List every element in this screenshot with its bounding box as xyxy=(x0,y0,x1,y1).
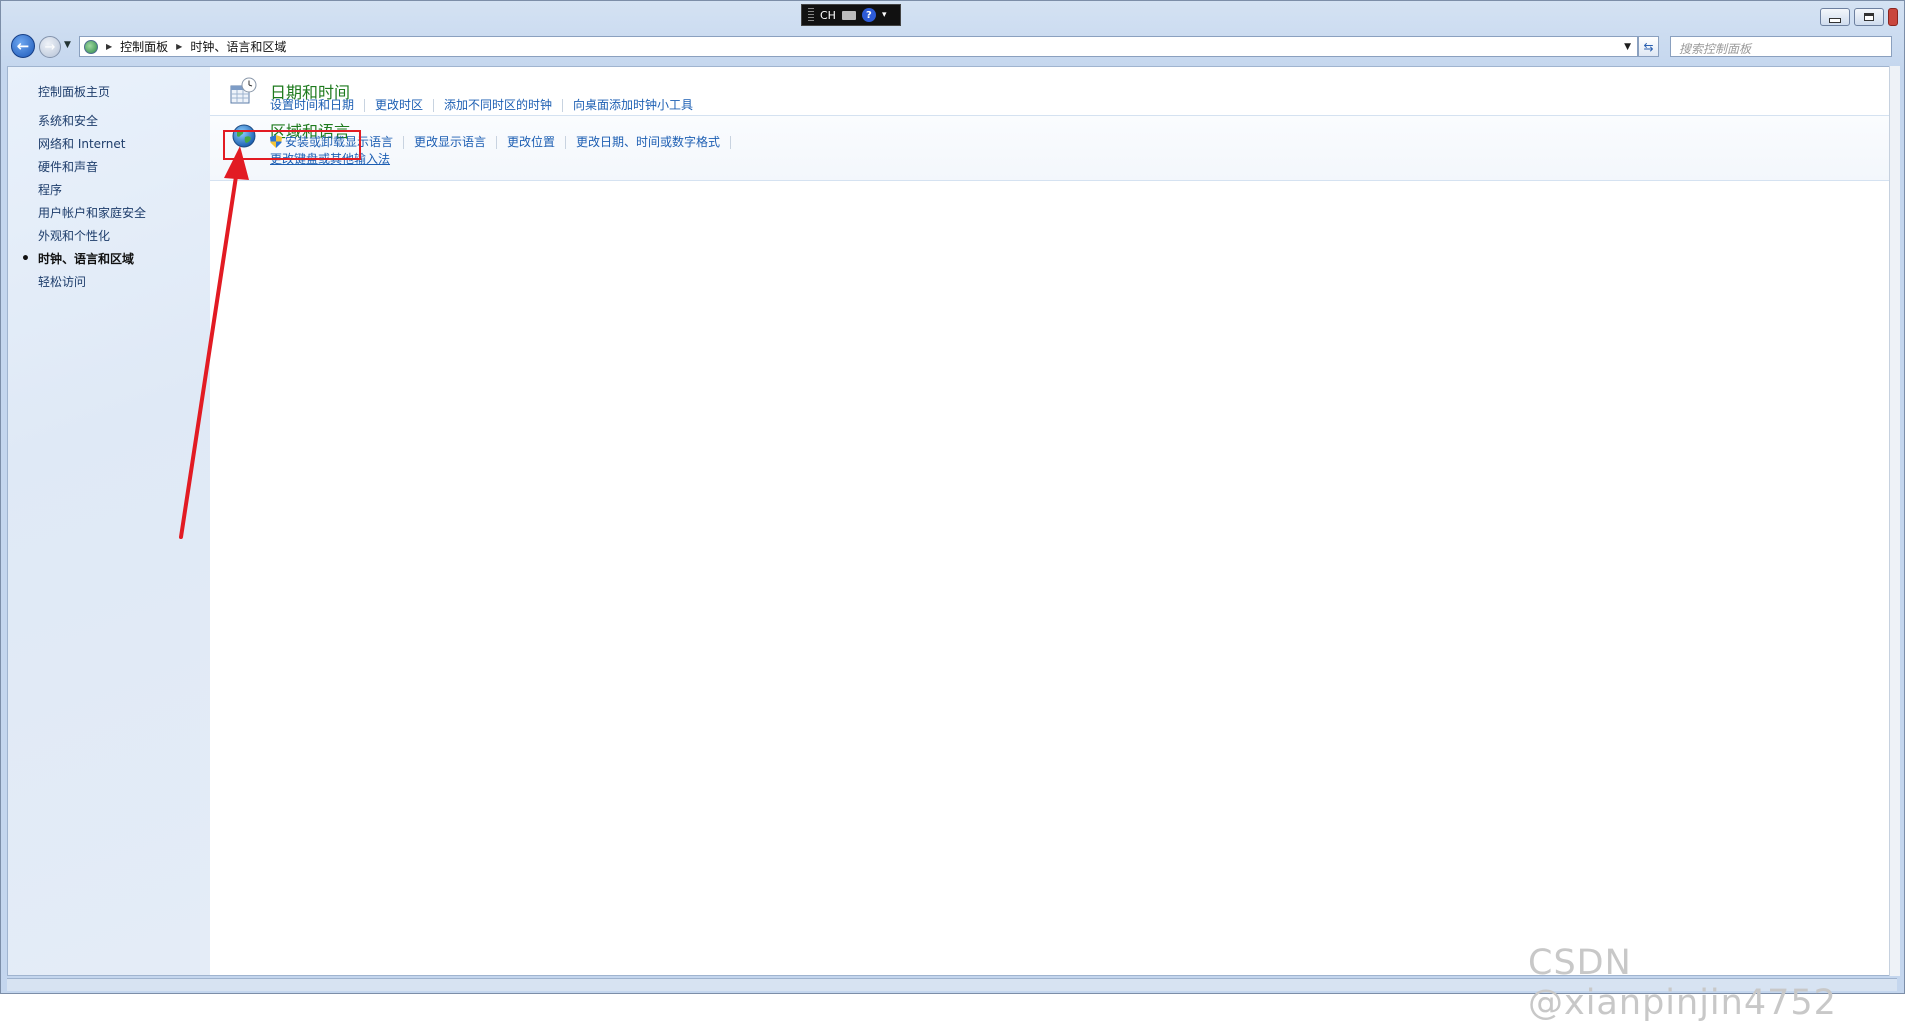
change-display-language-link[interactable]: 更改显示语言 xyxy=(403,135,496,149)
category-date-time: 日期和时间 设置时间和日期 更改时区 添加不同时区的时钟 向桌面添加时钟小工具 xyxy=(210,75,1896,115)
annotation-highlight-box xyxy=(223,130,361,160)
sidebar-item-hardware-sound[interactable]: 硬件和声音 xyxy=(38,156,146,179)
options-icon[interactable]: ▾ xyxy=(882,10,887,20)
language-indicator[interactable]: CH xyxy=(820,9,836,22)
breadcrumb-separator-icon[interactable]: ▶ xyxy=(106,42,112,51)
set-time-date-link[interactable]: 设置时间和日期 xyxy=(270,99,364,112)
navigation-bar: ← → ▼ ▶ 控制面板 ▶ 时钟、语言和区域 ▼ ⇆ 搜索控制面板 xyxy=(1,32,1904,60)
sidebar-item-appearance[interactable]: 外观和个性化 xyxy=(38,225,146,248)
main-panel: 日期和时间 设置时间和日期 更改时区 添加不同时区的时钟 向桌面添加时钟小工具 xyxy=(210,67,1896,975)
change-time-zone-link[interactable]: 更改时区 xyxy=(364,99,433,112)
search-input[interactable]: 搜索控制面板 xyxy=(1670,36,1892,57)
address-bar[interactable]: ▶ 控制面板 ▶ 时钟、语言和区域 ▼ xyxy=(79,36,1638,57)
back-button[interactable]: ← xyxy=(11,34,35,58)
minimize-button[interactable] xyxy=(1820,8,1850,26)
sidebar-list: 系统和安全 网络和 Internet 硬件和声音 程序 用户帐户和家庭安全 外观… xyxy=(21,110,146,294)
title-bar: CH ? ▾ xyxy=(1,1,1904,31)
maximize-icon xyxy=(1864,13,1874,21)
help-icon[interactable]: ? xyxy=(861,8,876,22)
breadcrumb-clock-language-region[interactable]: 时钟、语言和区域 xyxy=(190,38,286,55)
language-bar[interactable]: CH ? ▾ xyxy=(801,4,901,26)
watermark: CSDN @xianpinjin4752 xyxy=(1528,943,1837,1023)
change-formats-link[interactable]: 更改日期、时间或数字格式 xyxy=(565,135,732,149)
address-dropdown-icon[interactable]: ▼ xyxy=(1624,42,1631,52)
close-button[interactable] xyxy=(1888,8,1898,26)
sidebar-item-user-accounts[interactable]: 用户帐户和家庭安全 xyxy=(38,202,146,225)
add-clock-gadget-link[interactable]: 向桌面添加时钟小工具 xyxy=(562,99,703,112)
breadcrumb-separator-icon[interactable]: ▶ xyxy=(176,42,182,51)
sidebar-item-network-internet[interactable]: 网络和 Internet xyxy=(38,133,146,156)
change-location-link[interactable]: 更改位置 xyxy=(496,135,565,149)
calendar-clock-icon[interactable] xyxy=(230,77,258,105)
sidebar-item-clock-language-region[interactable]: 时钟、语言和区域 xyxy=(21,248,146,271)
forward-button[interactable]: → xyxy=(39,36,61,58)
recent-pages-chevron-icon[interactable]: ▼ xyxy=(64,40,71,50)
category-region-language: 区域和语言 安装或卸载显示语言 更改显示语言 更改位置 更改日期、时间或数字格式… xyxy=(210,115,1896,181)
grip-icon[interactable] xyxy=(808,8,814,22)
refresh-button[interactable]: ⇆ xyxy=(1638,36,1659,57)
content-area: 控制面板主页 系统和安全 网络和 Internet 硬件和声音 程序 用户帐户和… xyxy=(7,66,1897,976)
breadcrumb-control-panel[interactable]: 控制面板 xyxy=(120,38,168,55)
sidebar-item-system-security[interactable]: 系统和安全 xyxy=(38,110,146,133)
date-time-links: 设置时间和日期 更改时区 添加不同时区的时钟 向桌面添加时钟小工具 xyxy=(270,99,703,112)
keyboard-icon[interactable] xyxy=(841,10,856,20)
control-panel-icon xyxy=(84,39,98,54)
sidebar: 控制面板主页 系统和安全 网络和 Internet 硬件和声音 程序 用户帐户和… xyxy=(8,67,210,975)
sidebar-home-link[interactable]: 控制面板主页 xyxy=(38,83,110,100)
sidebar-item-ease-of-access[interactable]: 轻松访问 xyxy=(38,271,146,294)
sidebar-item-programs[interactable]: 程序 xyxy=(38,179,146,202)
maximize-button[interactable] xyxy=(1854,8,1884,26)
vertical-scrollbar[interactable] xyxy=(1889,66,1900,976)
minimize-icon xyxy=(1829,17,1841,23)
window-controls xyxy=(1820,8,1898,26)
add-clocks-link[interactable]: 添加不同时区的时钟 xyxy=(433,99,562,112)
